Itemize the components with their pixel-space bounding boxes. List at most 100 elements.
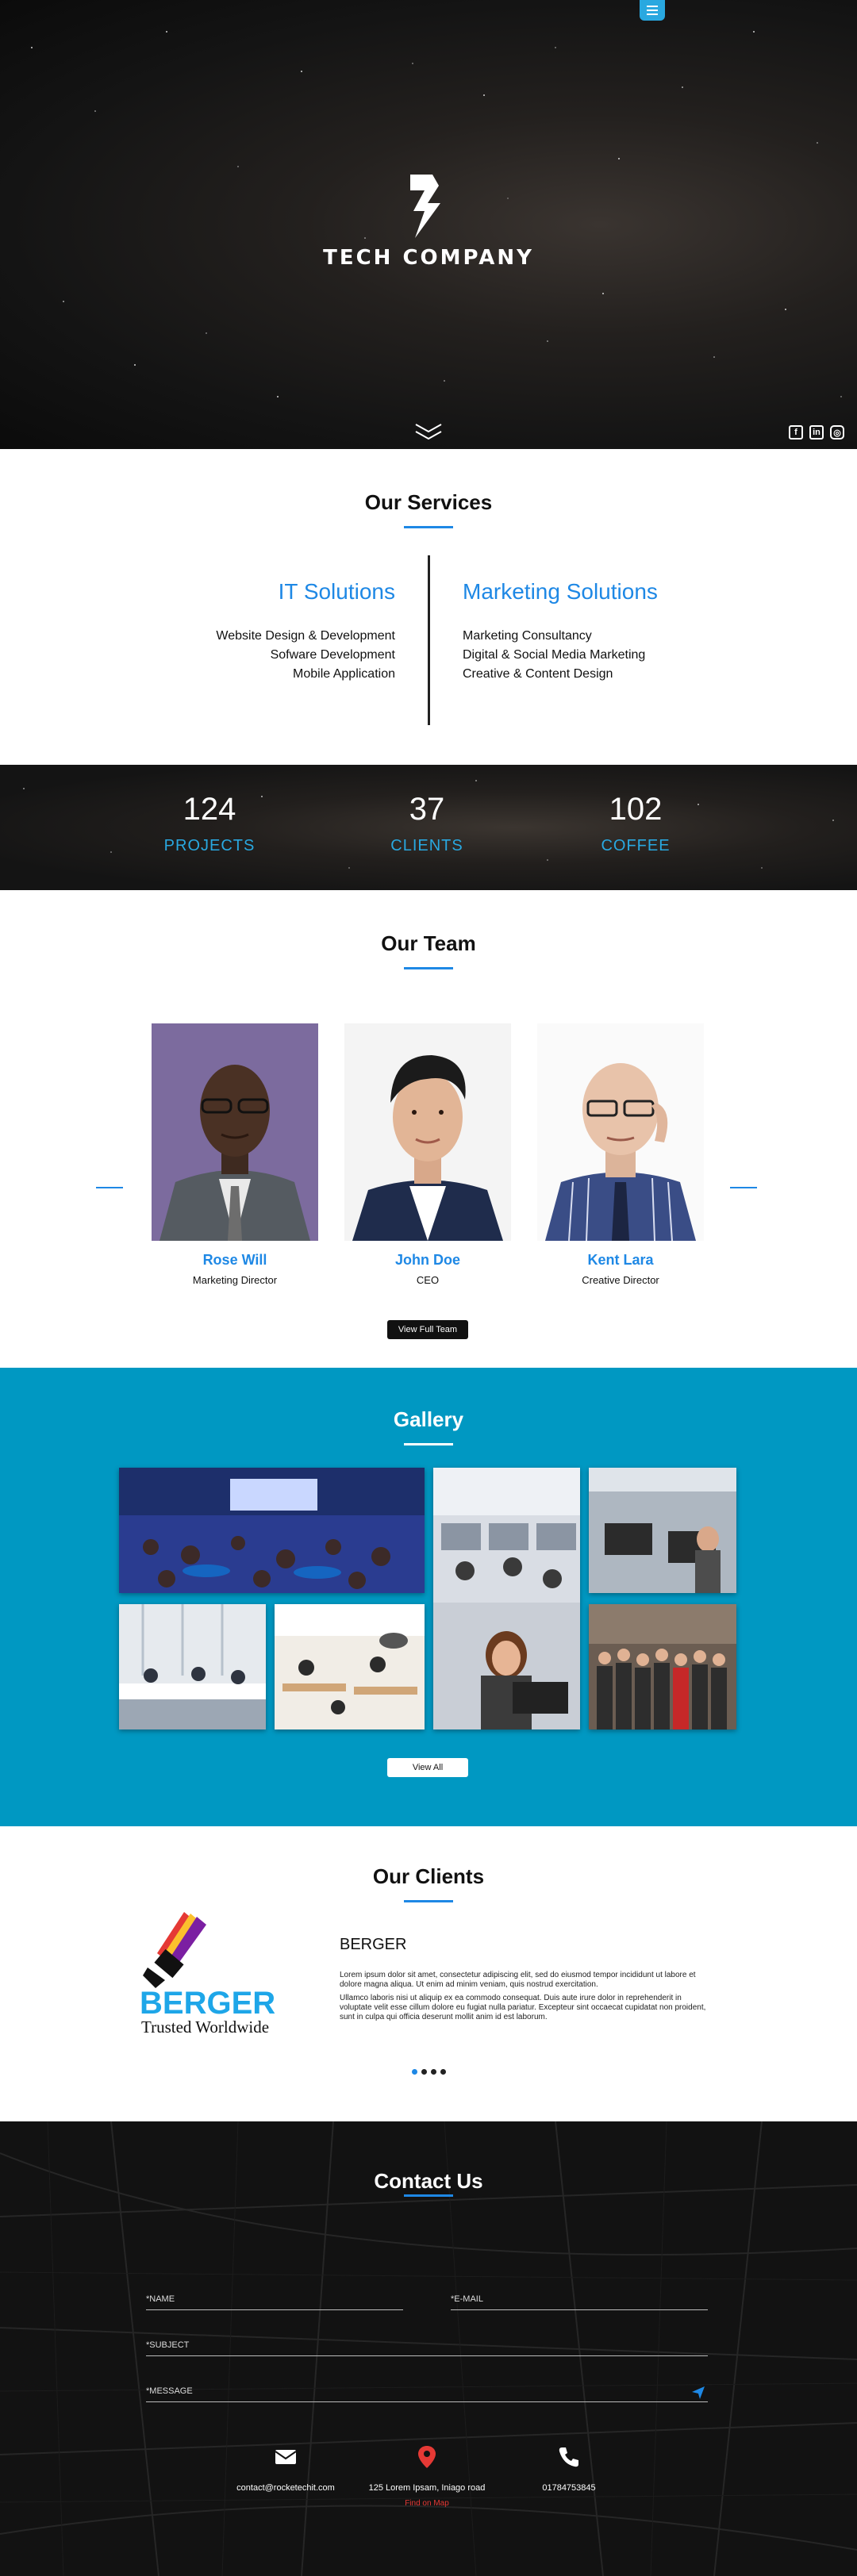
stat-value: 102 (609, 792, 663, 827)
subject-field[interactable] (146, 2332, 708, 2356)
client-description: Ullamco laboris nisi ut aliquip ex ea co… (340, 1994, 706, 2021)
it-solutions-column: IT Solutions Website Design & Developmen… (216, 579, 395, 684)
service-item: Website Design & Development (216, 629, 395, 643)
menu-button[interactable] (640, 0, 665, 21)
logo-tagline: Trusted Worldwide (141, 2017, 269, 2037)
view-all-button[interactable]: View All (387, 1758, 468, 1777)
services-section: Our Services IT Solutions Website Design… (0, 449, 857, 765)
find-on-map-link[interactable]: Find on Map (355, 2499, 498, 2508)
section-title: Contact Us (374, 2169, 483, 2193)
phone-icon (559, 2447, 578, 2467)
client-name: BERGER (340, 1936, 407, 1953)
linkedin-icon[interactable]: in (809, 425, 824, 440)
section-title: Our Team (381, 931, 476, 955)
lightning-bolt-logo-icon (410, 175, 440, 238)
member-role: Marketing Director (192, 1274, 278, 1286)
member-photo (152, 1023, 318, 1241)
team-member-card: Kent Lara Creative Director (537, 1023, 704, 1286)
email-input[interactable] (451, 2286, 708, 2304)
service-item: Mobile Application (293, 667, 395, 681)
services-columns: IT Solutions Website Design & Developmen… (0, 555, 857, 730)
service-item: Creative & Content Design (463, 667, 613, 681)
service-item: Marketing Consultancy (463, 629, 592, 643)
carousel-dot[interactable] (411, 2069, 417, 2075)
contact-section: Contact Us contact@rocketechit.com 125 L… (0, 2121, 857, 2576)
team-member-card: Rose Will Marketing Director (152, 1023, 318, 1286)
stat-clients: 37 CLIENTS (340, 792, 514, 855)
gallery-section: Gallery View All (0, 1368, 857, 1826)
service-item: Sofware Development (270, 648, 395, 662)
gallery-image[interactable] (275, 1604, 425, 1729)
hamburger-icon-line (647, 13, 658, 15)
stat-label: PROJECTS (163, 837, 256, 854)
email-field[interactable] (451, 2286, 708, 2310)
name-input[interactable] (146, 2286, 403, 2304)
title-underline (404, 967, 453, 969)
service-item: Digital & Social Media Marketing (463, 648, 646, 662)
title-underline (404, 526, 453, 528)
name-field[interactable] (146, 2286, 403, 2310)
gallery-image[interactable] (589, 1468, 736, 1593)
gallery-image[interactable] (433, 1468, 580, 1729)
facebook-icon[interactable]: f (789, 425, 803, 440)
stat-label: CLIENTS (390, 837, 463, 854)
contact-phone: 01784753845 (498, 2445, 640, 2493)
logo-wordmark: BERGER (141, 1986, 275, 2021)
carousel-dot[interactable] (421, 2069, 427, 2075)
member-role: Creative Director (582, 1274, 659, 1286)
hamburger-icon-line (647, 10, 658, 11)
view-full-team-button[interactable]: View Full Team (387, 1320, 468, 1339)
section-title: Our Services (364, 490, 493, 514)
hero-section: TECH COMPANY f in ◎ (0, 0, 857, 449)
carousel-prev-button[interactable] (96, 1187, 123, 1188)
client-logo: BERGER Trusted Worldwide (140, 1912, 300, 2047)
address-text: 125 Lorem Ipsam, Iniago road (368, 2483, 486, 2493)
contact-address: 125 Lorem Ipsam, Iniago road Find on Map (355, 2445, 498, 2508)
member-photo (537, 1023, 704, 1241)
carousel-next-button[interactable] (730, 1187, 757, 1188)
stat-value: 37 (409, 792, 445, 827)
service-heading: IT Solutions (278, 579, 395, 604)
carousel-dot[interactable] (440, 2069, 446, 2075)
member-name: Rose Will (202, 1252, 267, 1268)
carousel-dot[interactable] (430, 2069, 436, 2075)
stat-value: 124 (183, 792, 236, 827)
gallery-image[interactable] (119, 1604, 266, 1729)
gallery-image[interactable] (589, 1604, 736, 1729)
title-underline (404, 1900, 453, 1902)
title-underline (404, 2194, 453, 2197)
column-divider (428, 555, 430, 725)
subject-input[interactable] (146, 2332, 708, 2350)
marketing-solutions-column: Marketing Solutions Marketing Consultanc… (463, 579, 658, 684)
stats-section: 124 PROJECTS 37 CLIENTS 102 COFFEE (0, 765, 857, 890)
contact-email: contact@rocketechit.com (214, 2445, 357, 2493)
message-input[interactable] (146, 2378, 708, 2396)
client-description: Lorem ipsum dolor sit amet, consectetur … (340, 1971, 696, 1989)
member-name: John Doe (394, 1252, 460, 1268)
gallery-image[interactable] (119, 1468, 425, 1593)
member-photo (344, 1023, 511, 1241)
carousel-dots (0, 2069, 857, 2075)
member-role: CEO (416, 1274, 440, 1286)
stat-projects: 124 PROJECTS (122, 792, 297, 855)
instagram-icon[interactable]: ◎ (830, 425, 844, 440)
clients-section: Our Clients BERGER Trusted Worldwide BER… (0, 1826, 857, 2121)
hamburger-icon (647, 6, 658, 7)
stat-label: COFFEE (601, 837, 671, 854)
team-member-card: John Doe CEO (344, 1023, 511, 1286)
title-underline (404, 1443, 453, 1445)
member-name: Kent Lara (587, 1252, 654, 1268)
stat-coffee: 102 COFFEE (548, 792, 723, 855)
section-title: Gallery (393, 1407, 464, 1431)
service-heading: Marketing Solutions (463, 579, 658, 604)
team-section: Our Team Rose Will Marketing Director Jo… (0, 890, 857, 1368)
map-pin-icon (418, 2446, 436, 2468)
social-links: f in ◎ (789, 425, 844, 440)
message-field[interactable] (146, 2378, 708, 2402)
section-title: Our Clients (372, 1864, 485, 1888)
envelope-icon (275, 2450, 297, 2464)
phone-text[interactable]: 01784753845 (498, 2483, 640, 2493)
send-icon[interactable] (692, 2386, 705, 2399)
double-chevron-down-icon[interactable] (414, 422, 443, 441)
email-text[interactable]: contact@rocketechit.com (214, 2483, 357, 2493)
